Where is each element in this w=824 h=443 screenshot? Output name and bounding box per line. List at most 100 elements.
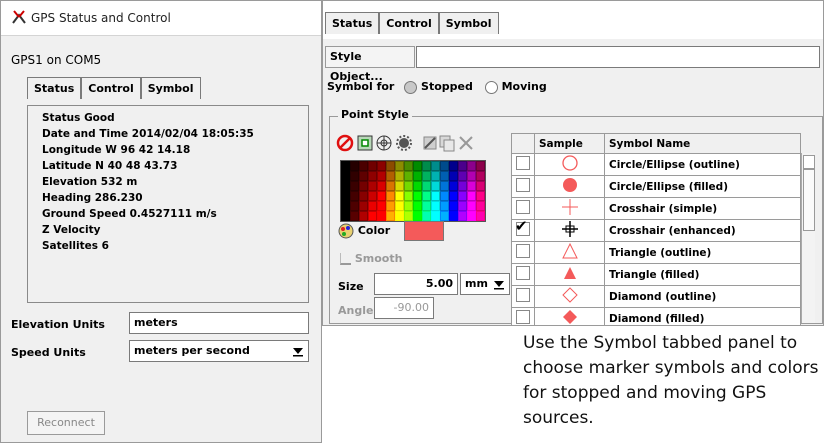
palette-swatch[interactable] [458,181,467,191]
palette-swatch[interactable] [377,191,386,201]
tab-symbol[interactable]: Symbol [140,77,201,99]
style-object-field[interactable] [416,46,820,68]
palette-swatch[interactable] [386,161,395,171]
palette-swatch[interactable] [467,191,476,201]
table-row[interactable]: Diamond (outline) [511,285,801,308]
row-checkbox[interactable] [516,244,530,258]
palette-swatch[interactable] [368,191,377,201]
table-row[interactable]: Diamond (filled) [511,307,801,325]
palette-swatch[interactable] [413,161,422,171]
palette-swatch[interactable] [467,161,476,171]
palette-swatch[interactable] [341,181,350,191]
palette-swatch[interactable] [467,171,476,181]
row-checkbox[interactable] [516,156,530,170]
table-row[interactable]: Triangle (outline) [511,241,801,264]
palette-swatch[interactable] [440,161,449,171]
edit-icon[interactable] [423,136,437,150]
palette-swatch[interactable] [449,191,458,201]
gear-icon[interactable] [396,135,412,151]
palette-swatch[interactable] [422,191,431,201]
scroll-up-arrow[interactable] [803,155,815,169]
stopped-radio[interactable] [404,80,418,94]
table-row[interactable]: Circle/Ellipse (outline) [511,153,801,176]
palette-swatch[interactable] [368,171,377,181]
palette-swatch[interactable] [440,201,449,211]
palette-swatch[interactable] [386,211,395,221]
palette-swatch[interactable] [359,201,368,211]
palette-swatch[interactable] [350,191,359,201]
palette-swatch[interactable] [404,201,413,211]
palette-swatch[interactable] [449,171,458,181]
palette-swatch[interactable] [368,211,377,221]
palette-swatch[interactable] [440,181,449,191]
palette-swatch[interactable] [458,201,467,211]
row-checkbox-cell[interactable] [511,285,535,308]
palette-swatch[interactable] [431,191,440,201]
palette-swatch[interactable] [449,181,458,191]
moving-radio[interactable] [484,80,498,94]
palette-swatch[interactable] [377,211,386,221]
palette-swatch[interactable] [449,161,458,171]
palette-swatch[interactable] [377,201,386,211]
palette-swatch[interactable] [413,211,422,221]
color-swatch[interactable] [404,221,444,241]
palette-swatch[interactable] [413,191,422,201]
row-checkbox[interactable] [516,266,530,280]
palette-swatch[interactable] [341,201,350,211]
table-row[interactable]: Crosshair (enhanced) [511,217,801,242]
palette-swatch[interactable] [431,181,440,191]
palette-swatch[interactable] [359,171,368,181]
palette-swatch[interactable] [440,211,449,221]
palette-swatch[interactable] [341,211,350,221]
palette-swatch[interactable] [359,161,368,171]
table-row[interactable]: Triangle (filled) [511,263,801,286]
palette-swatch[interactable] [395,201,404,211]
palette-swatch[interactable] [377,161,386,171]
table-row[interactable]: Circle/Ellipse (filled) [511,175,801,198]
row-checkbox-cell[interactable] [511,175,535,198]
palette-swatch[interactable] [386,191,395,201]
size-unit-select[interactable]: mm [460,273,510,295]
palette-swatch[interactable] [431,201,440,211]
palette-swatch[interactable] [404,211,413,221]
palette-swatch[interactable] [449,211,458,221]
palette-swatch[interactable] [422,171,431,181]
reconnect-button[interactable]: Reconnect [27,411,105,435]
palette-swatch[interactable] [476,181,485,191]
palette-swatch[interactable] [431,161,440,171]
tab-control[interactable]: Control [81,77,141,99]
palette-swatch[interactable] [413,201,422,211]
no-symbol-icon[interactable] [336,134,354,152]
row-checkbox-cell[interactable] [511,307,535,325]
palette-swatch[interactable] [368,201,377,211]
palette-swatch[interactable] [467,201,476,211]
chevron-down-icon[interactable] [493,278,505,290]
palette-swatch[interactable] [359,211,368,221]
delete-icon[interactable] [459,136,473,150]
palette-swatch[interactable] [422,211,431,221]
palette-swatch[interactable] [395,211,404,221]
table-row[interactable]: Crosshair (simple) [511,197,801,220]
row-checkbox[interactable] [516,200,530,214]
palette-swatch[interactable] [386,181,395,191]
row-checkbox-cell[interactable] [511,263,535,286]
palette-swatch[interactable] [458,211,467,221]
tab-symbol[interactable]: Symbol [438,12,499,34]
palette-swatch[interactable] [395,181,404,191]
tab-status[interactable]: Status [325,12,380,34]
palette-swatch[interactable] [449,201,458,211]
row-checkbox-cell[interactable] [511,241,535,264]
color-palette[interactable] [340,160,486,222]
tab-control[interactable]: Control [379,12,439,34]
square-symbol-icon[interactable] [357,135,373,151]
palette-swatch[interactable] [431,211,440,221]
palette-swatch[interactable] [395,161,404,171]
tab-status[interactable]: Status [27,77,82,99]
row-checkbox[interactable] [516,178,530,192]
row-checkbox[interactable] [516,288,530,302]
palette-swatch[interactable] [350,161,359,171]
style-object-button[interactable]: Style Object... [325,46,415,83]
palette-swatch[interactable] [404,171,413,181]
palette-swatch[interactable] [350,211,359,221]
palette-swatch[interactable] [476,161,485,171]
